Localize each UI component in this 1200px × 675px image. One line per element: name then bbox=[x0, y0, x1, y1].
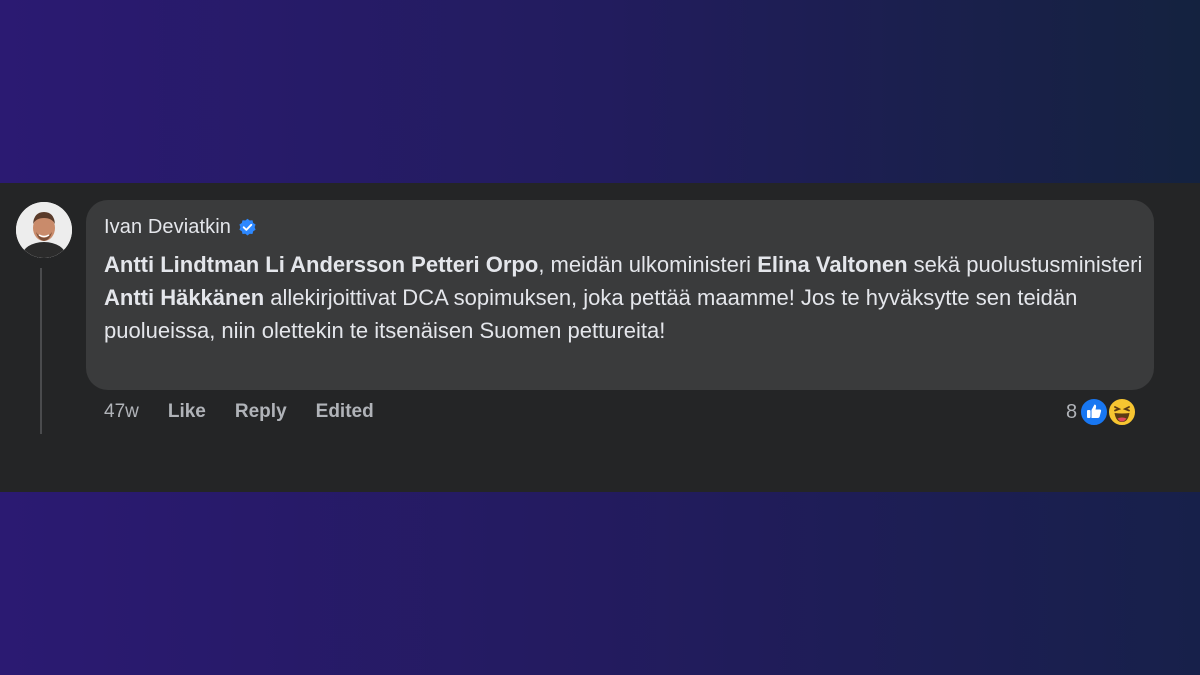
edited-label[interactable]: Edited bbox=[316, 401, 374, 423]
haha-reaction-icon bbox=[1107, 397, 1138, 427]
background-top bbox=[0, 0, 1200, 183]
mentioned-name[interactable]: Antti Lindtman Li Andersson Petteri Orpo bbox=[104, 252, 538, 277]
comment-actions: 47w Like Reply Edited bbox=[104, 398, 403, 426]
comment-segment: , meidän ulkoministeri bbox=[538, 252, 758, 277]
mentioned-name[interactable]: Antti Häkkänen bbox=[104, 285, 264, 310]
reaction-count: 8 bbox=[1066, 400, 1078, 423]
like-button[interactable]: Like bbox=[168, 401, 206, 423]
timestamp[interactable]: 47w bbox=[104, 401, 139, 423]
author-name[interactable]: Ivan Deviatkin bbox=[104, 216, 231, 239]
mentioned-name[interactable]: Elina Valtonen bbox=[757, 252, 907, 277]
comment-bubble: Ivan Deviatkin Antti Lindtman Li Anderss… bbox=[86, 200, 1154, 390]
avatar[interactable] bbox=[16, 202, 72, 258]
background-bottom bbox=[0, 492, 1200, 675]
reactions-summary[interactable]: 8 bbox=[1066, 396, 1138, 428]
comment-segment: sekä puolustusministeri bbox=[907, 252, 1143, 277]
like-reaction-icon bbox=[1079, 397, 1110, 427]
thread-line bbox=[40, 268, 42, 434]
verified-badge-icon bbox=[239, 218, 256, 235]
avatar-photo bbox=[16, 202, 72, 258]
comment-text: Antti Lindtman Li Andersson Petteri Orpo… bbox=[104, 248, 1144, 347]
reply-button[interactable]: Reply bbox=[235, 401, 287, 423]
author-row: Ivan Deviatkin bbox=[104, 214, 1136, 240]
